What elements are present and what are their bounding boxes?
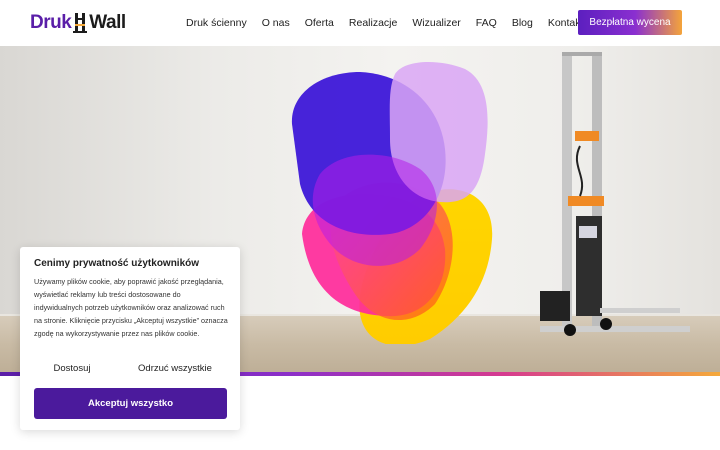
logo[interactable]: Druk Wall — [30, 10, 126, 36]
wall-art-blobs — [291, 62, 493, 344]
nav-realizacje[interactable]: Realizacje — [349, 17, 397, 29]
cookie-description: Używamy plików cookie, aby poprawić jako… — [34, 277, 228, 338]
nav-blog[interactable]: Blog — [512, 17, 533, 29]
logo-text-druk: Druk — [30, 12, 72, 33]
nav-wizualizer[interactable]: Wizualizer — [412, 17, 460, 29]
cookie-accept-all-button[interactable]: Akceptuj wszystko — [34, 388, 227, 419]
cookie-customize-button[interactable]: Dostosuj — [34, 363, 110, 379]
cookie-title: Cenimy prywatność użytkowników — [34, 258, 200, 269]
printer-tower-icon — [72, 12, 88, 34]
main-nav: Druk ścienny O nas Oferta Realizacje Wiz… — [186, 0, 598, 46]
nav-o-nas[interactable]: O nas — [262, 17, 290, 29]
free-quote-button[interactable]: Bezpłatna wycena — [578, 10, 682, 35]
site-header: Druk Wall Druk ścienny O nas Oferta Real… — [0, 0, 720, 46]
cookie-consent-panel: Cenimy prywatność użytkowników Używamy p… — [20, 247, 240, 430]
nav-oferta[interactable]: Oferta — [305, 17, 334, 29]
wall-printer-machine — [540, 52, 690, 336]
cookie-reject-all-button[interactable]: Odrzuć wszystkie — [122, 363, 228, 379]
nav-druk-scienny[interactable]: Druk ścienny — [186, 17, 247, 29]
logo-text-wall: Wall — [89, 12, 126, 33]
nav-faq[interactable]: FAQ — [476, 17, 497, 29]
